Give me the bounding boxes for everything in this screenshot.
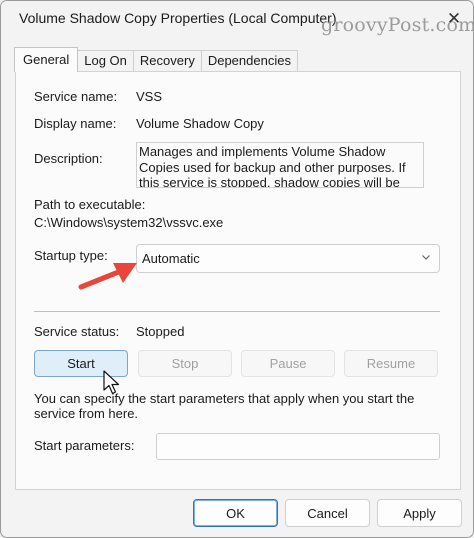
close-icon[interactable]: ✕ bbox=[441, 7, 467, 31]
properties-dialog: Volume Shadow Copy Properties (Local Com… bbox=[0, 0, 474, 538]
help-text: You can specify the start parameters tha… bbox=[34, 391, 415, 421]
description-box[interactable]: Manages and implements Volume Shadow Cop… bbox=[136, 142, 424, 188]
service-name-value: VSS bbox=[136, 89, 163, 104]
cancel-button[interactable]: Cancel bbox=[285, 499, 370, 527]
service-name-label: Service name: bbox=[34, 89, 118, 104]
pause-button[interactable]: Pause bbox=[241, 350, 335, 377]
divider bbox=[34, 311, 440, 312]
window-title: Volume Shadow Copy Properties (Local Com… bbox=[19, 10, 337, 26]
startup-type-value: Automatic bbox=[142, 251, 200, 266]
chevron-down-icon bbox=[422, 255, 430, 260]
service-status-label: Service status: bbox=[34, 324, 120, 339]
tab-log-on[interactable]: Log On bbox=[77, 50, 134, 72]
service-status-value: Stopped bbox=[136, 324, 185, 339]
tab-strip: General Log On Recovery Dependencies bbox=[14, 47, 298, 72]
red-arrow-annotation bbox=[78, 263, 137, 290]
tab-general[interactable]: General bbox=[14, 47, 79, 72]
description-text: Manages and implements Volume Shadow Cop… bbox=[139, 144, 406, 188]
apply-button[interactable]: Apply bbox=[377, 499, 462, 527]
tab-dependencies[interactable]: Dependencies bbox=[200, 50, 298, 72]
display-name-label: Display name: bbox=[34, 116, 117, 131]
description-scrollbar[interactable] bbox=[413, 143, 423, 187]
description-label: Description: bbox=[34, 151, 103, 166]
display-name-value: Volume Shadow Copy bbox=[136, 116, 264, 131]
path-label: Path to executable: bbox=[34, 197, 146, 212]
mouse-pointer-icon bbox=[103, 370, 120, 395]
tab-recovery[interactable]: Recovery bbox=[132, 50, 202, 72]
resume-button[interactable]: Resume bbox=[344, 350, 438, 377]
start-parameters-label: Start parameters: bbox=[34, 438, 135, 453]
start-parameters-input[interactable] bbox=[156, 433, 440, 460]
title-bar: Volume Shadow Copy Properties (Local Com… bbox=[1, 1, 473, 37]
stop-button[interactable]: Stop bbox=[138, 350, 232, 377]
path-value: C:\Windows\system32\vssvc.exe bbox=[34, 215, 224, 230]
ok-button[interactable]: OK bbox=[193, 499, 278, 527]
startup-type-select[interactable]: Automatic bbox=[136, 244, 440, 273]
